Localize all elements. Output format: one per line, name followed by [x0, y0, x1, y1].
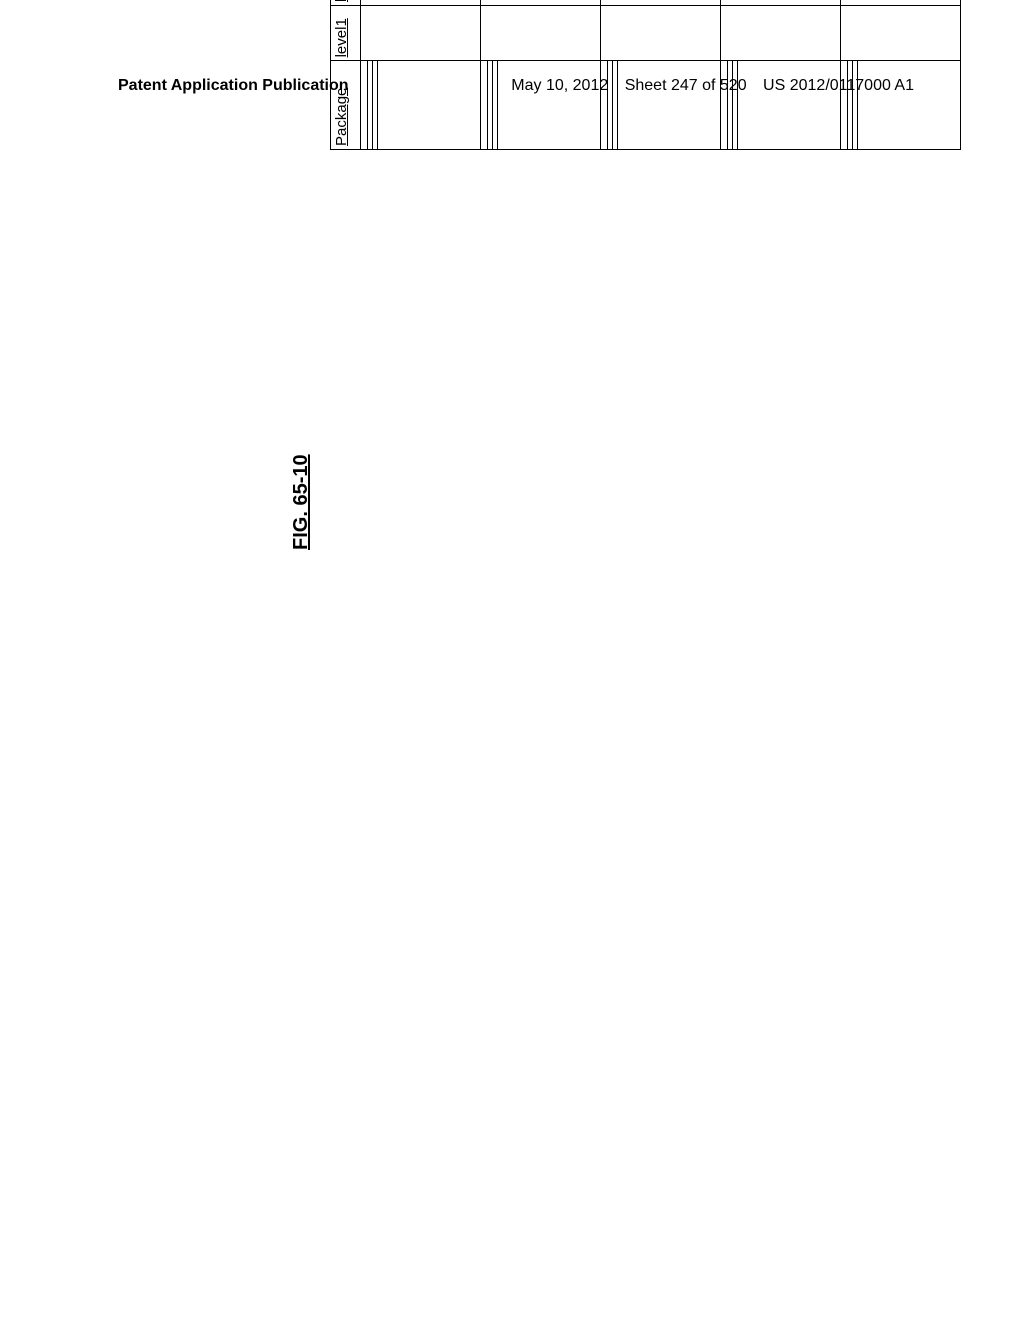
- bookline: [377, 61, 378, 149]
- table-wrapper: Package level1 level2 level3 level4 leve…: [330, 0, 961, 150]
- col-level2: level2: [331, 0, 361, 6]
- bookline: [492, 61, 493, 149]
- col-package: Package: [331, 61, 361, 150]
- cell: [481, 6, 601, 61]
- bookline: [857, 61, 858, 149]
- cell: [841, 6, 961, 61]
- data-table: Package level1 level2 level3 level4 leve…: [330, 0, 961, 150]
- cell: [841, 0, 961, 6]
- table-row: InterestS- pecification 65184: [841, 0, 961, 150]
- header-publication-label: Patent Application Publication: [118, 77, 349, 95]
- cell-package: [721, 61, 841, 150]
- cell-package: [601, 61, 721, 150]
- bookline: [847, 61, 848, 149]
- bookline: [372, 61, 373, 149]
- bookline: [727, 61, 728, 149]
- bookline: [487, 61, 488, 149]
- bookline: [612, 61, 613, 149]
- table-row: Period- Duration DayRe- currence 65176: [361, 0, 481, 150]
- table-row: AmountS- pecification 65178: [481, 0, 601, 150]
- bookline: [617, 61, 618, 149]
- cell-package: [361, 61, 481, 150]
- table-row: Percent 65182: [721, 0, 841, 150]
- table-row: Amount 65180: [601, 0, 721, 150]
- bookline: [367, 61, 368, 149]
- figure-label: FIG. 65-10: [290, 454, 313, 550]
- cell: [721, 0, 841, 6]
- cell-package: [481, 61, 601, 150]
- bookline: [732, 61, 733, 149]
- figure-area: FIG. 65-10 Package level1 level2 level3 …: [120, 160, 910, 1150]
- bookline: [852, 61, 853, 149]
- col-level1: level1: [331, 6, 361, 61]
- cell: [361, 6, 481, 61]
- cell: [361, 0, 481, 6]
- cell: [481, 0, 601, 6]
- bookline: [497, 61, 498, 149]
- cell-package: [841, 61, 961, 150]
- cell: [601, 0, 721, 6]
- table-header-row: Package level1 level2 level3 level4 leve…: [331, 0, 361, 150]
- cell: [601, 6, 721, 61]
- bookline: [607, 61, 608, 149]
- bookline: [737, 61, 738, 149]
- cell: [721, 6, 841, 61]
